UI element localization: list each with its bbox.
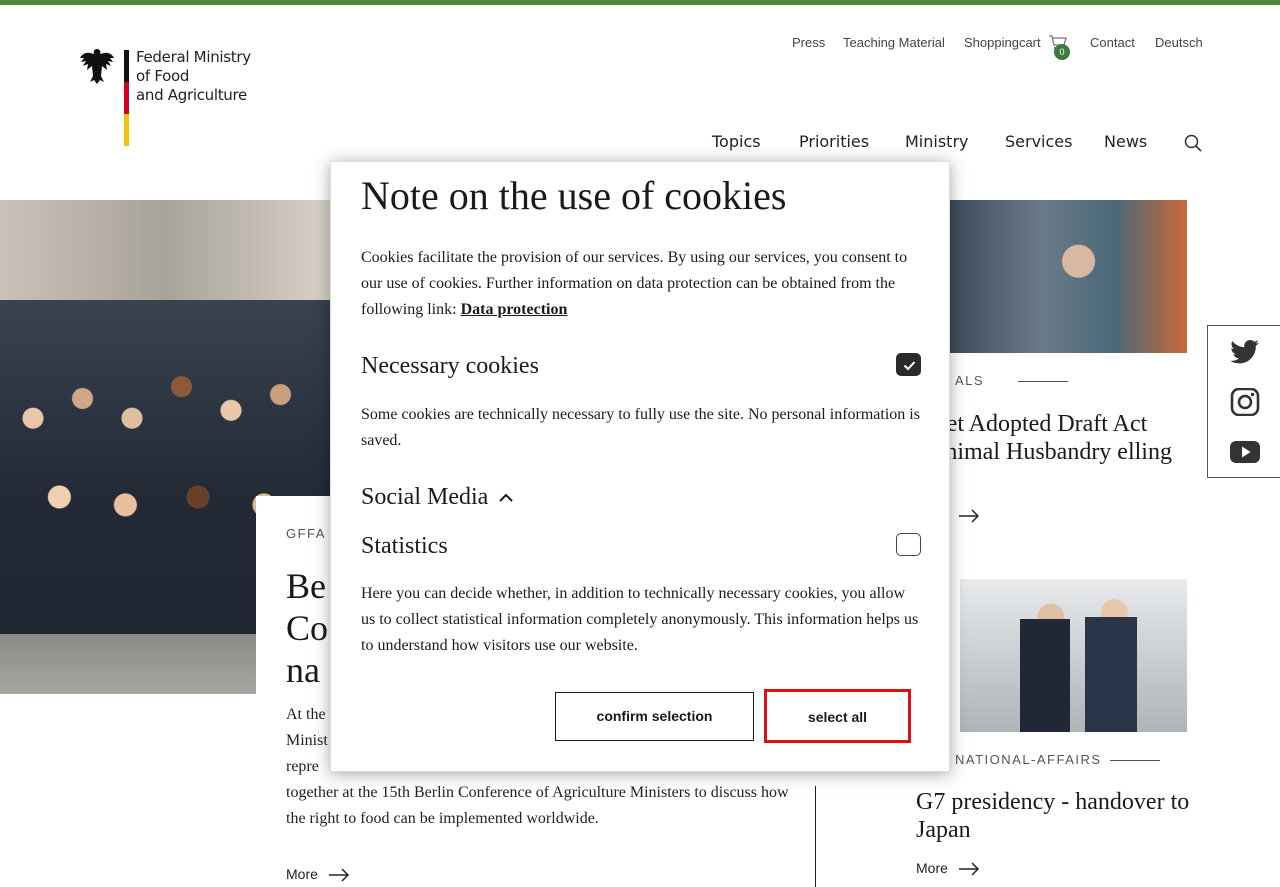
logo-line: and Agriculture bbox=[136, 86, 247, 104]
social-media-bar bbox=[1207, 325, 1280, 478]
side-kicker-text: NATIONAL-AFFAIRS bbox=[955, 752, 1102, 767]
statistics-text: Here you can decide whether, in addition… bbox=[361, 585, 919, 654]
cookie-intro-text: Cookies facilitate the provision of our … bbox=[361, 245, 921, 323]
side-story-title-1[interactable]: inet Adopted Draft Act Animal Husbandry … bbox=[928, 410, 1198, 466]
chevron-up-icon bbox=[499, 494, 514, 503]
arrow-right-icon bbox=[958, 862, 979, 876]
meta-nav-contact[interactable]: Contact bbox=[1090, 35, 1135, 50]
cookie-intro: Cookies facilitate the provision of our … bbox=[361, 249, 908, 318]
ministry-logo[interactable]: Federal Ministry of Food and Agriculture bbox=[78, 46, 268, 148]
side-story-image-1[interactable] bbox=[946, 200, 1187, 353]
logo-line: Federal Ministry bbox=[136, 48, 251, 66]
statistics-heading: Statistics bbox=[361, 533, 448, 559]
side-story-title-2[interactable]: G7 presidency - handover to Japan bbox=[916, 788, 1196, 844]
cookie-consent-dialog: Note on the use of cookies Cookies facil… bbox=[330, 161, 950, 772]
nav-ministry[interactable]: Ministry bbox=[905, 132, 969, 151]
meta-nav-teaching-material[interactable]: Teaching Material bbox=[843, 35, 945, 50]
necessary-cookies-heading: Necessary cookies bbox=[361, 353, 539, 379]
arrow-right-icon[interactable] bbox=[958, 509, 980, 523]
necessary-cookies-text: Some cookies are technically necessary t… bbox=[361, 406, 920, 449]
main-story-kicker: GFFA bbox=[286, 526, 326, 541]
main-story-more-link[interactable]: More bbox=[286, 866, 350, 882]
social-media-heading: Social Media bbox=[361, 484, 489, 510]
necessary-cookies-checkbox[interactable] bbox=[896, 353, 921, 376]
logo-line: of Food bbox=[136, 67, 190, 85]
more-label: More bbox=[916, 860, 948, 876]
social-media-toggle[interactable]: Social Media bbox=[361, 482, 514, 512]
confirm-selection-button[interactable]: confirm selection bbox=[555, 692, 754, 741]
nav-services[interactable]: Services bbox=[1005, 132, 1072, 151]
meta-nav-deutsch[interactable]: Deutsch bbox=[1155, 35, 1203, 50]
side-story-kicker-2: NATIONAL-AFFAIRS bbox=[955, 752, 1160, 767]
cart-count-badge: 0 bbox=[1054, 44, 1070, 60]
instagram-icon[interactable] bbox=[1230, 388, 1260, 416]
federal-eagle-icon bbox=[80, 49, 114, 84]
twitter-icon[interactable] bbox=[1230, 338, 1260, 366]
statistics-checkbox[interactable] bbox=[896, 533, 921, 556]
divider-line bbox=[815, 786, 816, 887]
side-story-more-link[interactable]: More bbox=[916, 860, 980, 876]
search-icon[interactable] bbox=[1184, 134, 1202, 152]
text-tail: together at the 15th Berlin Conference o… bbox=[286, 784, 789, 827]
arrow-right-icon bbox=[328, 868, 349, 882]
logo-wordmark: Federal Ministry of Food and Agriculture bbox=[136, 48, 251, 105]
select-all-button[interactable]: select all bbox=[764, 689, 911, 743]
youtube-icon[interactable] bbox=[1230, 438, 1260, 466]
data-protection-link[interactable]: Data protection bbox=[461, 301, 568, 318]
meta-nav-press[interactable]: Press bbox=[792, 35, 825, 50]
cookie-dialog-title: Note on the use of cookies bbox=[361, 173, 787, 218]
side-story-image-2[interactable] bbox=[960, 579, 1187, 732]
nav-topics[interactable]: Topics bbox=[712, 132, 761, 151]
meta-nav-shoppingcart[interactable]: Shoppingcart bbox=[964, 35, 1041, 50]
side-story-kicker-1: ALS bbox=[955, 373, 1069, 388]
nav-news[interactable]: News bbox=[1104, 132, 1147, 151]
more-label: More bbox=[286, 866, 318, 882]
top-accent-bar bbox=[0, 0, 1280, 5]
checkmark-icon bbox=[903, 361, 916, 371]
german-flag-stripe bbox=[124, 50, 129, 146]
nav-priorities[interactable]: Priorities bbox=[799, 132, 869, 151]
side-kicker-text: ALS bbox=[955, 373, 985, 388]
